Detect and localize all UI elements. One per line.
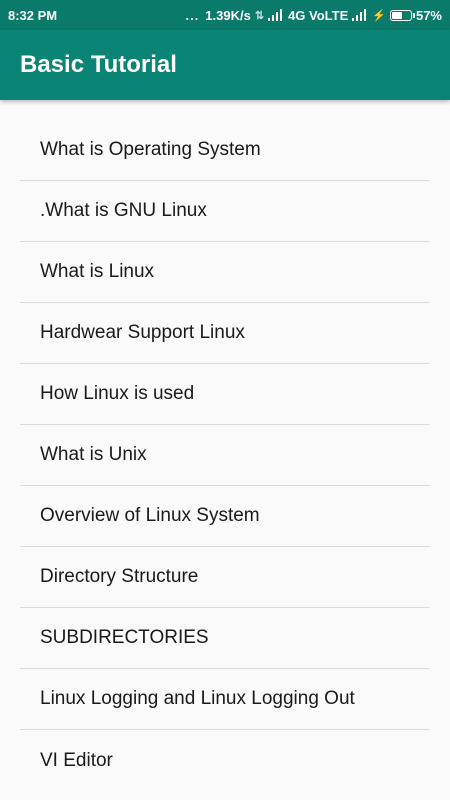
list-item-gnu-linux[interactable]: .What is GNU Linux [20,181,430,242]
signal-strength-icon [268,9,284,21]
status-time: 8:32 PM [8,7,58,23]
battery-icon [389,9,415,21]
list-item-overview[interactable]: Overview of Linux System [20,486,430,547]
topic-list: What is Operating System .What is GNU Li… [20,120,430,791]
list-item-vi-editor[interactable]: VI Editor [20,730,430,791]
list-item-how-linux-used[interactable]: How Linux is used [20,364,430,425]
list-item-logging[interactable]: Linux Logging and Linux Logging Out [20,669,430,730]
page-title: Basic Tutorial [20,51,177,78]
list-item-operating-system[interactable]: What is Operating System [20,120,430,181]
status-indicators: ... 1.39K/s ⇅ 4G VoLTE ⚡ 57% [185,8,442,23]
notification-dots-icon: ... [185,7,200,23]
data-transfer-icon: ⇅ [254,9,265,22]
network-type: 4G VoLTE [288,7,349,23]
status-bar: 8:32 PM ... 1.39K/s ⇅ 4G VoLTE ⚡ 57% [0,0,450,30]
network-speed: 1.39K/s [205,7,251,23]
list-item-directory-structure[interactable]: Directory Structure [20,547,430,608]
charging-icon: ⚡ [372,9,386,22]
list-item-hardware-support[interactable]: Hardwear Support Linux [20,303,430,364]
signal-strength-icon-2 [352,9,368,21]
list-item-linux[interactable]: What is Linux [20,242,430,303]
app-bar: Basic Tutorial [0,30,450,100]
list-item-unix[interactable]: What is Unix [20,425,430,486]
list-item-subdirectories[interactable]: SUBDIRECTORIES [20,608,430,669]
battery-percent: 57% [415,7,442,23]
